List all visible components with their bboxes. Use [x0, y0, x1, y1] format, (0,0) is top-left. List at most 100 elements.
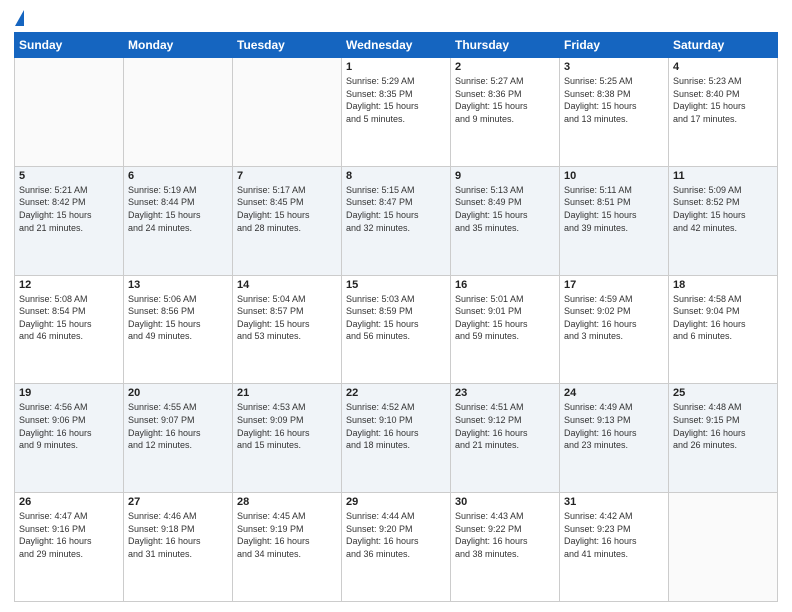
- calendar-cell: 27 Sunrise: 4:46 AM Sunset: 9:18 PM Dayli…: [124, 493, 233, 602]
- day-info: Sunrise: 5:23 AM Sunset: 8:40 PM Dayligh…: [673, 75, 773, 125]
- calendar-cell: 8 Sunrise: 5:15 AM Sunset: 8:47 PM Daylig…: [342, 166, 451, 275]
- day-info: Sunrise: 5:06 AM Sunset: 8:56 PM Dayligh…: [128, 293, 228, 343]
- calendar-cell: 16 Sunrise: 5:01 AM Sunset: 9:01 PM Dayli…: [451, 275, 560, 384]
- day-number: 20: [128, 387, 228, 399]
- day-number: 27: [128, 496, 228, 508]
- calendar-cell: 15 Sunrise: 5:03 AM Sunset: 8:59 PM Dayli…: [342, 275, 451, 384]
- day-number: 11: [673, 170, 773, 182]
- calendar-cell: 29 Sunrise: 4:44 AM Sunset: 9:20 PM Dayli…: [342, 493, 451, 602]
- calendar-header-tuesday: Tuesday: [233, 33, 342, 58]
- day-info: Sunrise: 4:51 AM Sunset: 9:12 PM Dayligh…: [455, 401, 555, 451]
- calendar-cell: [15, 58, 124, 167]
- day-number: 21: [237, 387, 337, 399]
- day-info: Sunrise: 5:17 AM Sunset: 8:45 PM Dayligh…: [237, 184, 337, 234]
- day-info: Sunrise: 5:25 AM Sunset: 8:38 PM Dayligh…: [564, 75, 664, 125]
- day-info: Sunrise: 4:49 AM Sunset: 9:13 PM Dayligh…: [564, 401, 664, 451]
- calendar-cell: 6 Sunrise: 5:19 AM Sunset: 8:44 PM Daylig…: [124, 166, 233, 275]
- day-info: Sunrise: 5:03 AM Sunset: 8:59 PM Dayligh…: [346, 293, 446, 343]
- calendar-cell: 11 Sunrise: 5:09 AM Sunset: 8:52 PM Dayli…: [669, 166, 778, 275]
- day-number: 3: [564, 61, 664, 73]
- calendar-cell: 14 Sunrise: 5:04 AM Sunset: 8:57 PM Dayli…: [233, 275, 342, 384]
- calendar-cell: 22 Sunrise: 4:52 AM Sunset: 9:10 PM Dayli…: [342, 384, 451, 493]
- day-info: Sunrise: 5:09 AM Sunset: 8:52 PM Dayligh…: [673, 184, 773, 234]
- header: [14, 10, 778, 26]
- calendar-cell: 12 Sunrise: 5:08 AM Sunset: 8:54 PM Dayli…: [15, 275, 124, 384]
- day-number: 8: [346, 170, 446, 182]
- calendar-cell: 4 Sunrise: 5:23 AM Sunset: 8:40 PM Daylig…: [669, 58, 778, 167]
- calendar-header-wednesday: Wednesday: [342, 33, 451, 58]
- day-number: 17: [564, 279, 664, 291]
- calendar-cell: 26 Sunrise: 4:47 AM Sunset: 9:16 PM Dayli…: [15, 493, 124, 602]
- day-number: 2: [455, 61, 555, 73]
- day-info: Sunrise: 4:59 AM Sunset: 9:02 PM Dayligh…: [564, 293, 664, 343]
- logo: [14, 10, 24, 26]
- day-number: 7: [237, 170, 337, 182]
- calendar-cell: 30Sunrise: 4:43 AM Sunset: 9:22 PM Dayli…: [451, 493, 560, 602]
- day-number: 13: [128, 279, 228, 291]
- calendar-cell: 31Sunrise: 4:42 AM Sunset: 9:23 PM Dayli…: [560, 493, 669, 602]
- calendar-header-friday: Friday: [560, 33, 669, 58]
- calendar-table: SundayMondayTuesdayWednesdayThursdayFrid…: [14, 32, 778, 602]
- calendar-week-row: 19 Sunrise: 4:56 AM Sunset: 9:06 PM Dayli…: [15, 384, 778, 493]
- calendar-week-row: 26 Sunrise: 4:47 AM Sunset: 9:16 PM Dayli…: [15, 493, 778, 602]
- day-number: 9: [455, 170, 555, 182]
- calendar-header-thursday: Thursday: [451, 33, 560, 58]
- calendar-cell: 21 Sunrise: 4:53 AM Sunset: 9:09 PM Dayli…: [233, 384, 342, 493]
- day-info: Sunrise: 5:27 AM Sunset: 8:36 PM Dayligh…: [455, 75, 555, 125]
- day-info: Sunrise: 4:44 AM Sunset: 9:20 PM Dayligh…: [346, 510, 446, 560]
- day-number: 1: [346, 61, 446, 73]
- calendar-cell: 10Sunrise: 5:11 AM Sunset: 8:51 PM Dayli…: [560, 166, 669, 275]
- calendar-cell: 23 Sunrise: 4:51 AM Sunset: 9:12 PM Dayli…: [451, 384, 560, 493]
- day-number: 16: [455, 279, 555, 291]
- day-info: Sunrise: 4:55 AM Sunset: 9:07 PM Dayligh…: [128, 401, 228, 451]
- day-info: Sunrise: 4:43 AM Sunset: 9:22 PM Dayligh…: [455, 510, 555, 560]
- day-info: Sunrise: 4:58 AM Sunset: 9:04 PM Dayligh…: [673, 293, 773, 343]
- day-info: Sunrise: 5:04 AM Sunset: 8:57 PM Dayligh…: [237, 293, 337, 343]
- calendar-header-row: SundayMondayTuesdayWednesdayThursdayFrid…: [15, 33, 778, 58]
- logo-triangle-icon: [15, 10, 24, 26]
- calendar-header-monday: Monday: [124, 33, 233, 58]
- day-info: Sunrise: 4:47 AM Sunset: 9:16 PM Dayligh…: [19, 510, 119, 560]
- calendar-cell: 24Sunrise: 4:49 AM Sunset: 9:13 PM Dayli…: [560, 384, 669, 493]
- calendar-cell: [669, 493, 778, 602]
- calendar-cell: 20 Sunrise: 4:55 AM Sunset: 9:07 PM Dayli…: [124, 384, 233, 493]
- day-info: Sunrise: 5:13 AM Sunset: 8:49 PM Dayligh…: [455, 184, 555, 234]
- day-info: Sunrise: 4:42 AM Sunset: 9:23 PM Dayligh…: [564, 510, 664, 560]
- day-info: Sunrise: 5:15 AM Sunset: 8:47 PM Dayligh…: [346, 184, 446, 234]
- calendar-cell: [233, 58, 342, 167]
- day-info: Sunrise: 4:45 AM Sunset: 9:19 PM Dayligh…: [237, 510, 337, 560]
- calendar-header-saturday: Saturday: [669, 33, 778, 58]
- day-number: 12: [19, 279, 119, 291]
- day-info: Sunrise: 5:21 AM Sunset: 8:42 PM Dayligh…: [19, 184, 119, 234]
- day-info: Sunrise: 5:08 AM Sunset: 8:54 PM Dayligh…: [19, 293, 119, 343]
- day-info: Sunrise: 5:19 AM Sunset: 8:44 PM Dayligh…: [128, 184, 228, 234]
- calendar-cell: 2 Sunrise: 5:27 AM Sunset: 8:36 PM Daylig…: [451, 58, 560, 167]
- day-info: Sunrise: 4:48 AM Sunset: 9:15 PM Dayligh…: [673, 401, 773, 451]
- calendar-cell: 18 Sunrise: 4:58 AM Sunset: 9:04 PM Dayli…: [669, 275, 778, 384]
- day-number: 22: [346, 387, 446, 399]
- day-number: 14: [237, 279, 337, 291]
- day-number: 6: [128, 170, 228, 182]
- day-number: 19: [19, 387, 119, 399]
- day-number: 4: [673, 61, 773, 73]
- day-number: 15: [346, 279, 446, 291]
- day-info: Sunrise: 4:53 AM Sunset: 9:09 PM Dayligh…: [237, 401, 337, 451]
- day-info: Sunrise: 4:46 AM Sunset: 9:18 PM Dayligh…: [128, 510, 228, 560]
- day-number: 23: [455, 387, 555, 399]
- calendar-cell: 3 Sunrise: 5:25 AM Sunset: 8:38 PM Daylig…: [560, 58, 669, 167]
- calendar-week-row: 5Sunrise: 5:21 AM Sunset: 8:42 PM Daylig…: [15, 166, 778, 275]
- calendar-cell: [124, 58, 233, 167]
- calendar-cell: 19 Sunrise: 4:56 AM Sunset: 9:06 PM Dayli…: [15, 384, 124, 493]
- day-number: 10: [564, 170, 664, 182]
- day-number: 25: [673, 387, 773, 399]
- day-info: Sunrise: 4:52 AM Sunset: 9:10 PM Dayligh…: [346, 401, 446, 451]
- day-number: 26: [19, 496, 119, 508]
- day-info: Sunrise: 4:56 AM Sunset: 9:06 PM Dayligh…: [19, 401, 119, 451]
- calendar-cell: 13 Sunrise: 5:06 AM Sunset: 8:56 PM Dayli…: [124, 275, 233, 384]
- day-number: 29: [346, 496, 446, 508]
- calendar-week-row: 1Sunrise: 5:29 AM Sunset: 8:35 PM Daylig…: [15, 58, 778, 167]
- day-number: 18: [673, 279, 773, 291]
- calendar-header-sunday: Sunday: [15, 33, 124, 58]
- day-info: Sunrise: 5:01 AM Sunset: 9:01 PM Dayligh…: [455, 293, 555, 343]
- calendar-cell: 28Sunrise: 4:45 AM Sunset: 9:19 PM Dayli…: [233, 493, 342, 602]
